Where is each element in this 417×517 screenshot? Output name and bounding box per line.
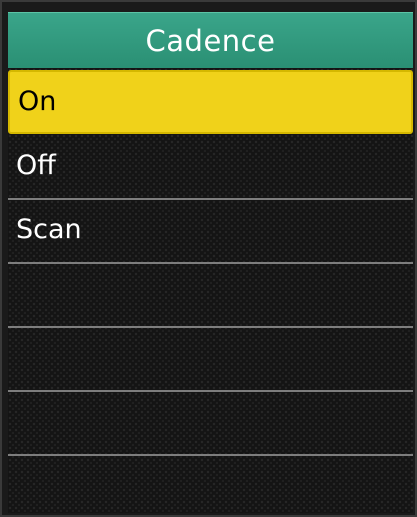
menu-item-empty bbox=[8, 264, 413, 328]
menu-item-off[interactable]: Off bbox=[8, 136, 413, 200]
device-screen: Cadence On Off Scan bbox=[0, 0, 417, 517]
menu-item-empty bbox=[8, 328, 413, 392]
menu-item-label: Scan bbox=[16, 214, 82, 245]
menu-list: On Off Scan bbox=[8, 68, 413, 513]
menu-item-empty bbox=[8, 392, 413, 456]
title-bar: Cadence bbox=[8, 12, 413, 69]
screen-title: Cadence bbox=[145, 24, 276, 58]
menu-item-scan[interactable]: Scan bbox=[8, 200, 413, 264]
menu-item-on[interactable]: On bbox=[8, 70, 413, 134]
menu-item-label: Off bbox=[16, 150, 56, 181]
menu-item-label: On bbox=[18, 86, 57, 117]
